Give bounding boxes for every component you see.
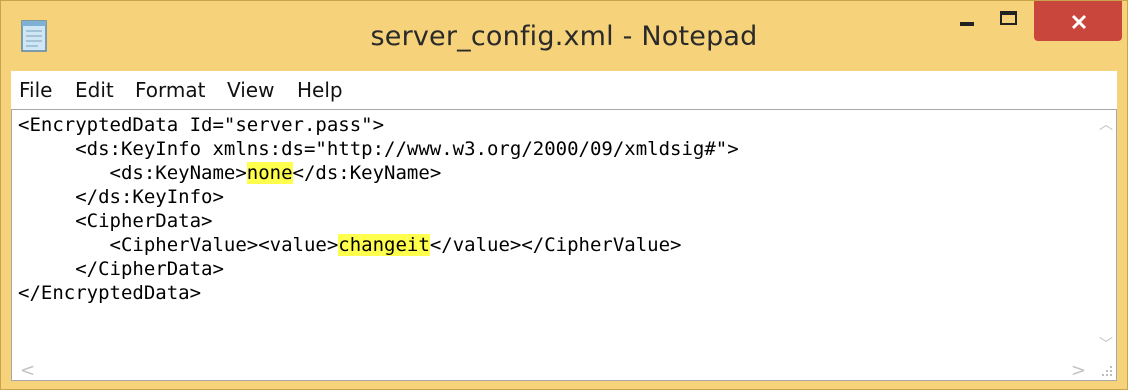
menu-bar: File Edit Format View Help bbox=[11, 71, 1117, 109]
resize-grip-icon[interactable] bbox=[1098, 362, 1114, 378]
text-line: </CipherData> bbox=[18, 258, 224, 280]
editor-text-area[interactable]: <EncryptedData Id="server.pass"> <ds:Key… bbox=[12, 110, 1094, 358]
scroll-down-icon[interactable]: ﹀ bbox=[1099, 334, 1113, 354]
minimize-button[interactable] bbox=[946, 1, 986, 41]
scroll-up-icon[interactable]: ︿ bbox=[1099, 114, 1113, 134]
text-line: </EncryptedData> bbox=[18, 282, 202, 304]
text-line: <ds:KeyName>none</ds:KeyName> bbox=[18, 162, 442, 184]
notepad-window: server_config.xml - Notepad File Edit Fo… bbox=[0, 0, 1128, 390]
menu-format[interactable]: Format bbox=[135, 78, 205, 102]
scroll-right-icon[interactable]: > bbox=[1071, 360, 1086, 381]
title-bar[interactable]: server_config.xml - Notepad bbox=[1, 1, 1127, 71]
maximize-icon bbox=[1000, 11, 1017, 25]
menu-help[interactable]: Help bbox=[297, 78, 343, 102]
text-line: <ds:KeyInfo xmlns:ds="http://www.w3.org/… bbox=[18, 138, 739, 160]
text-line: </ds:KeyInfo> bbox=[18, 186, 224, 208]
close-button[interactable] bbox=[1034, 1, 1122, 41]
text-editor[interactable]: <EncryptedData Id="server.pass"> <ds:Key… bbox=[11, 109, 1117, 381]
scroll-left-icon[interactable]: < bbox=[20, 360, 35, 381]
highlighted-text: changeit bbox=[338, 234, 430, 256]
menu-view[interactable]: View bbox=[227, 78, 274, 102]
highlighted-text: none bbox=[246, 162, 293, 184]
minimize-icon bbox=[960, 22, 974, 26]
maximize-button[interactable] bbox=[989, 1, 1029, 41]
text-line: <EncryptedData Id="server.pass"> bbox=[18, 114, 385, 136]
vertical-scrollbar[interactable]: ︿ ﹀ bbox=[1094, 110, 1116, 358]
menu-file[interactable]: File bbox=[19, 78, 52, 102]
close-icon bbox=[1071, 14, 1087, 30]
text-line: <CipherData> bbox=[18, 210, 213, 232]
text-line: <CipherValue><value>changeit</value></Ci… bbox=[18, 234, 682, 256]
client-area: File Edit Format View Help <EncryptedDat… bbox=[11, 71, 1117, 381]
horizontal-scrollbar[interactable]: < > bbox=[12, 358, 1094, 381]
menu-edit[interactable]: Edit bbox=[75, 78, 114, 102]
